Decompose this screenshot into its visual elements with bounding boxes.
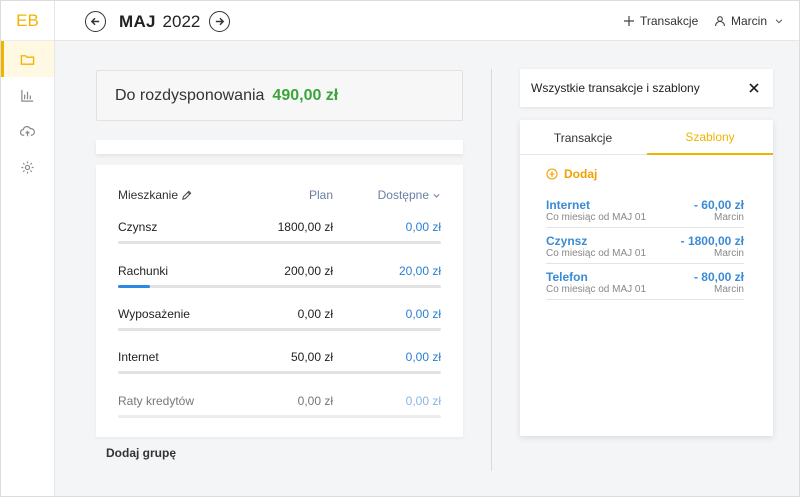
row-label: Internet [118, 350, 159, 364]
plus-circle-icon [546, 168, 558, 180]
pencil-icon[interactable] [181, 190, 192, 201]
row-progress-bar [118, 241, 441, 244]
available-label: Do rozdysponowania [115, 86, 265, 104]
row-available: 20,00 zł [398, 264, 441, 278]
template-schedule: Co miesiąc od MAJ 01 [546, 284, 647, 295]
row-plan[interactable]: 200,00 zł [284, 264, 333, 278]
template-name: Telefon [546, 270, 588, 284]
template-name: Internet [546, 198, 591, 212]
row-available: 0,00 zł [405, 220, 441, 234]
row-progress-bar [118, 415, 441, 418]
sidebar-item-reports[interactable] [1, 77, 54, 113]
user-icon [714, 16, 726, 27]
arrow-right-icon [215, 17, 225, 26]
month-name: MAJ [119, 12, 156, 31]
add-group-button[interactable]: Dodaj grupę [106, 446, 176, 460]
row-progress-bar [118, 285, 441, 288]
panel-divider [491, 69, 492, 471]
template-item[interactable]: Czynsz - 1800,00 zł Co miesiąc od MAJ 01… [546, 234, 744, 264]
row-label: Wyposażenie [118, 307, 190, 321]
transactions-panel-title: Wszystkie transakcje i szablony [520, 69, 773, 107]
bar-chart-icon [21, 89, 34, 102]
gear-icon [21, 160, 34, 174]
template-user: Marcin [713, 248, 744, 259]
row-label: Raty kredytów [118, 394, 195, 408]
available-amount: 490,00 zł [272, 86, 339, 104]
close-icon[interactable] [747, 81, 761, 95]
row-available: 0,00 zł [405, 307, 441, 321]
budget-row[interactable]: Czynsz 1800,00 zł 0,00 zł [118, 217, 441, 245]
row-plan[interactable]: 0,00 zł [298, 394, 333, 408]
transactions-panel: Transakcje Szablony Dodaj Internet - 60,… [520, 120, 773, 436]
budget-row[interactable]: Rachunki 200,00 zł 20,00 zł [118, 261, 441, 289]
column-plan: Plan [308, 188, 333, 202]
template-amount: - 80,00 zł [693, 270, 744, 284]
group-header: Mieszkanie Plan Dostępne [118, 188, 441, 204]
available-to-allocate-card: Do rozdysponowania 490,00 zł [96, 70, 463, 121]
prev-month-button[interactable] [85, 11, 106, 32]
budget-group-card: Mieszkanie Plan Dostępne Czynsz 1800,00 … [96, 165, 463, 437]
budget-row[interactable]: Internet 50,00 zł 0,00 zł [118, 347, 441, 375]
row-plan[interactable]: 50,00 zł [291, 350, 333, 364]
template-user: Marcin [713, 284, 744, 295]
template-schedule: Co miesiąc od MAJ 01 [546, 248, 647, 259]
collapsed-group-card [96, 140, 463, 154]
panel-title-label: Wszystkie transakcje i szablony [531, 81, 700, 95]
row-plan[interactable]: 0,00 zł [298, 307, 333, 321]
row-available: 0,00 zł [405, 394, 441, 408]
template-amount: - 60,00 zł [693, 198, 744, 212]
user-menu[interactable]: Marcin [714, 14, 784, 28]
month-year: 2022 [162, 12, 201, 31]
row-label: Czynsz [118, 220, 158, 234]
budget-row[interactable]: Raty kredytów 0,00 zł 0,00 zł [118, 391, 441, 419]
row-progress-bar [118, 328, 441, 331]
tab-transactions[interactable]: Transakcje [520, 120, 646, 155]
arrow-left-icon [90, 17, 100, 26]
add-template-button[interactable]: Dodaj [546, 167, 597, 181]
plus-icon [624, 16, 634, 26]
group-name-label: Mieszkanie [118, 188, 179, 202]
column-available: Dostępne [377, 188, 429, 202]
row-plan[interactable]: 1800,00 zł [278, 220, 333, 234]
row-progress-bar [118, 371, 441, 374]
header: MAJ 2022 Transakcje Marcin [55, 1, 799, 41]
template-schedule: Co miesiąc od MAJ 01 [546, 212, 647, 223]
cloud-upload-icon [20, 125, 35, 136]
row-available: 0,00 zł [405, 350, 441, 364]
template-item[interactable]: Internet - 60,00 zł Co miesiąc od MAJ 01… [546, 198, 744, 228]
template-amount: - 1800,00 zł [680, 234, 744, 248]
add-transaction-button[interactable]: Transakcje [623, 14, 698, 28]
current-month: MAJ 2022 [119, 12, 200, 32]
panel-tabs: Transakcje Szablony [520, 120, 773, 155]
template-item[interactable]: Telefon - 80,00 zł Co miesiąc od MAJ 01 … [546, 270, 744, 300]
chevron-down-icon [775, 19, 783, 24]
group-name[interactable]: Mieszkanie [118, 188, 192, 202]
template-name: Czynsz [546, 234, 588, 248]
user-name: Marcin [731, 14, 768, 28]
sidebar-item-budget[interactable] [1, 41, 54, 77]
row-progress-fill [118, 285, 151, 288]
template-user: Marcin [713, 212, 744, 223]
folder-icon [20, 54, 35, 65]
chevron-down-icon [433, 193, 440, 198]
app-window: EB MAJ 2022 Transakcje Marcin Do rozdysp… [0, 0, 800, 497]
budget-row[interactable]: Wyposażenie 0,00 zł 0,00 zł [118, 304, 441, 332]
sidebar: EB [1, 1, 55, 496]
add-template-label: Dodaj [564, 167, 598, 181]
sidebar-item-settings[interactable] [1, 149, 54, 185]
row-label: Rachunki [118, 264, 169, 278]
sidebar-item-sync[interactable] [1, 113, 54, 149]
add-transaction-label: Transakcje [640, 14, 699, 28]
logo: EB [1, 1, 54, 41]
next-month-button[interactable] [209, 11, 230, 32]
tab-templates[interactable]: Szablony [647, 120, 773, 155]
column-available-sort[interactable]: Dostępne [378, 188, 441, 202]
